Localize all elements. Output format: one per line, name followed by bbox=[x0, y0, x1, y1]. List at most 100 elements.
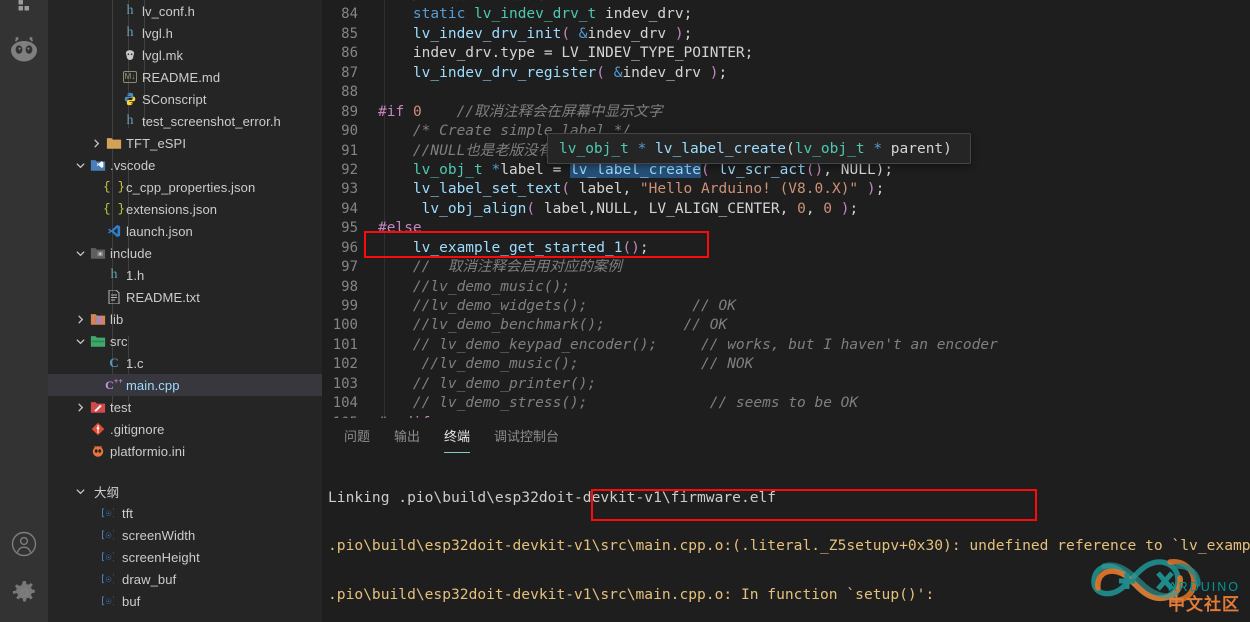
line-number: 84 bbox=[341, 6, 358, 23]
tree-item-lv-conf-h[interactable]: h lv_conf.h bbox=[48, 0, 322, 22]
activity-bar-item-settings[interactable] bbox=[0, 568, 48, 616]
tooltip-function: lv_label_create bbox=[655, 140, 786, 157]
chevron-down-icon[interactable] bbox=[72, 480, 88, 502]
tree-item-gitignore[interactable]: .gitignore bbox=[48, 418, 322, 440]
line-content: lv_obj_align( label,NULL, LV_ALIGN_CENTE… bbox=[421, 200, 859, 217]
outline-item-tft[interactable]: [☉] tft bbox=[48, 502, 322, 524]
code-line[interactable]: 96 lv_example_get_started_1(); bbox=[322, 239, 1250, 258]
svg-text:[☉]: [☉] bbox=[100, 552, 114, 563]
outline-item-draw_buf[interactable]: [☉] draw_buf bbox=[48, 568, 322, 590]
tree-item-include[interactable]: include bbox=[48, 242, 322, 264]
line-number: 96 bbox=[341, 239, 358, 256]
outline-item-screenheight[interactable]: [☉] screenHeight bbox=[48, 546, 322, 568]
chevron-right-icon[interactable] bbox=[72, 396, 88, 418]
chevron-down-icon[interactable] bbox=[72, 154, 88, 176]
code-line[interactable]: 98 //lv_demo_music(); bbox=[322, 278, 1250, 297]
code-line[interactable]: 86 indev_drv.type = LV_INDEV_TYPE_POINTE… bbox=[322, 44, 1250, 63]
code-line[interactable]: 85 lv_indev_drv_init( &indev_drv ); bbox=[322, 25, 1250, 44]
variable-symbol-icon: [☉] bbox=[96, 573, 118, 585]
vscode-file-icon bbox=[104, 224, 124, 238]
line-content: indev_drv.type = LV_INDEV_TYPE_POINTER; bbox=[412, 45, 754, 62]
code-line[interactable]: 101 // lv_demo_keypad_encoder(); // work… bbox=[322, 336, 1250, 355]
line-number: 103 bbox=[332, 375, 358, 392]
code-line[interactable]: 84 static lv_indev_drv_t indev_drv; bbox=[322, 5, 1250, 24]
panel-tab-3[interactable]: 调试控制台 bbox=[482, 418, 571, 453]
code-line[interactable]: 94 lv_obj_align( label,NULL, LV_ALIGN_CE… bbox=[322, 200, 1250, 219]
json-icon: { } bbox=[103, 202, 125, 216]
code-line[interactable]: 93 lv_label_set_text( label, "Hello Ardu… bbox=[322, 180, 1250, 199]
tree-item-lib[interactable]: lib bbox=[48, 308, 322, 330]
outline-section-header[interactable]: 大纲 bbox=[48, 480, 322, 502]
tooltip-param: parent bbox=[890, 140, 944, 157]
bottom-panel: 问题 输出 终端 调试控制台 Linking .pio\build\esp32doit… bbox=[322, 418, 1250, 622]
tree-item-src[interactable]: src bbox=[48, 330, 322, 352]
c-file-icon: C bbox=[109, 355, 119, 370]
test-folder-icon bbox=[88, 400, 108, 414]
tree-item-platformio-ini[interactable]: platformio.ini bbox=[48, 440, 322, 462]
tree-item-label: c_cpp_properties.json bbox=[126, 179, 256, 195]
tree-item-test[interactable]: test bbox=[48, 396, 322, 418]
tree-item-lvgl-h[interactable]: h lvgl.h bbox=[48, 22, 322, 44]
tree-item-label: lvgl.mk bbox=[142, 47, 184, 63]
code-line[interactable]: 100 //lv_demo_benchmark(); // OK bbox=[322, 316, 1250, 335]
tree-item-label: lib bbox=[110, 311, 124, 327]
tree-item-label: test bbox=[110, 399, 132, 415]
line-number: 90 bbox=[341, 123, 358, 140]
tree-item-readme-txt[interactable]: README.txt bbox=[48, 286, 322, 308]
terminal-output[interactable]: Linking .pio\build\esp32doit-devkit-v1\f… bbox=[322, 453, 1250, 622]
code-line[interactable]: 104 // lv_demo_stress(); // seems to be … bbox=[322, 394, 1250, 413]
panel-tab-1[interactable]: 输出 bbox=[382, 418, 432, 453]
line-number: 100 bbox=[332, 317, 358, 334]
tree-item-label: TFT_eSPI bbox=[126, 135, 187, 151]
code-line[interactable]: 89 #if 0 //取消注释会在屏幕中显示文字 bbox=[322, 103, 1250, 122]
chevron-down-icon[interactable] bbox=[72, 242, 88, 264]
chevron-down-icon[interactable] bbox=[72, 330, 88, 352]
code-line[interactable]: 99 //lv_demo_widgets(); // OK bbox=[322, 297, 1250, 316]
code-line[interactable]: 88 bbox=[322, 83, 1250, 102]
panel-tab-0[interactable]: 问题 bbox=[332, 418, 382, 453]
outline-item-buf[interactable]: [☉] buf bbox=[48, 590, 322, 612]
activity-bar-item-platformio[interactable] bbox=[0, 26, 48, 74]
tree-item-test-screenshot-error-h[interactable]: h test_screenshot_error.h bbox=[48, 110, 322, 132]
tree-item-label: src bbox=[110, 333, 128, 349]
tree-item-main-cpp[interactable]: C++ main.cpp bbox=[48, 374, 322, 396]
tree-item-1-h[interactable]: h 1.h bbox=[48, 264, 322, 286]
code-line[interactable]: 95 #else bbox=[322, 219, 1250, 238]
outline-item-screenwidth[interactable]: [☉] screenWidth bbox=[48, 524, 322, 546]
tree-item-lvgl-mk[interactable]: lvgl.mk bbox=[48, 44, 322, 66]
code-line[interactable]: 102 //lv_demo_music(); // NOK bbox=[322, 355, 1250, 374]
terminal-line: Linking .pio\build\esp32doit-devkit-v1\f… bbox=[328, 488, 777, 506]
code-line[interactable]: 87 lv_indev_drv_register( &indev_drv ); bbox=[322, 64, 1250, 83]
line-number: 89 bbox=[341, 103, 358, 120]
tree-item-label: include bbox=[110, 245, 152, 261]
tree-item-sconscript[interactable]: SConscript bbox=[48, 88, 322, 110]
tree-item-vscode[interactable]: .vscode bbox=[48, 154, 322, 176]
line-content: lv_example_get_started_1(); bbox=[412, 239, 649, 256]
tree-item-launch-json[interactable]: launch.json bbox=[48, 220, 322, 242]
code-editor[interactable]: 83 /*初始化输入设备*/84 static lv_indev_drv_t i… bbox=[322, 0, 1250, 418]
panel-tab-2[interactable]: 终端 bbox=[432, 418, 482, 453]
chevron-right-icon[interactable] bbox=[72, 308, 88, 330]
outline-item-label: draw_buf bbox=[122, 571, 177, 587]
tree-item-label: 1.h bbox=[126, 267, 145, 283]
code-line[interactable]: 97 // 取消注释会启用对应的案例 bbox=[322, 258, 1250, 277]
include-folder-icon bbox=[88, 246, 108, 260]
svg-text:[☉]: [☉] bbox=[100, 574, 114, 585]
tree-item-tft-espi[interactable]: TFT_eSPI bbox=[48, 132, 322, 154]
terminal-line: .pio\build\esp32doit-devkit-v1\src\main.… bbox=[328, 537, 1250, 555]
chevron-right-icon[interactable] bbox=[88, 132, 104, 154]
activity-bar-partial-icon-top[interactable] bbox=[0, 0, 48, 12]
activity-bar-item-account[interactable] bbox=[0, 520, 48, 568]
tree-item-extensions-json[interactable]: { } extensions.json bbox=[48, 198, 322, 220]
tree-item-readme-md[interactable]: M↓ README.md bbox=[48, 66, 322, 88]
lib-folder-icon bbox=[88, 312, 108, 326]
tree-item-1-c[interactable]: C 1.c bbox=[48, 352, 322, 374]
code-line[interactable]: 103 // lv_demo_printer(); bbox=[322, 375, 1250, 394]
tree-item-c-cpp-properties-json[interactable]: { } c_cpp_properties.json bbox=[48, 176, 322, 198]
line-number: 87 bbox=[341, 64, 358, 81]
git-icon bbox=[88, 422, 108, 436]
